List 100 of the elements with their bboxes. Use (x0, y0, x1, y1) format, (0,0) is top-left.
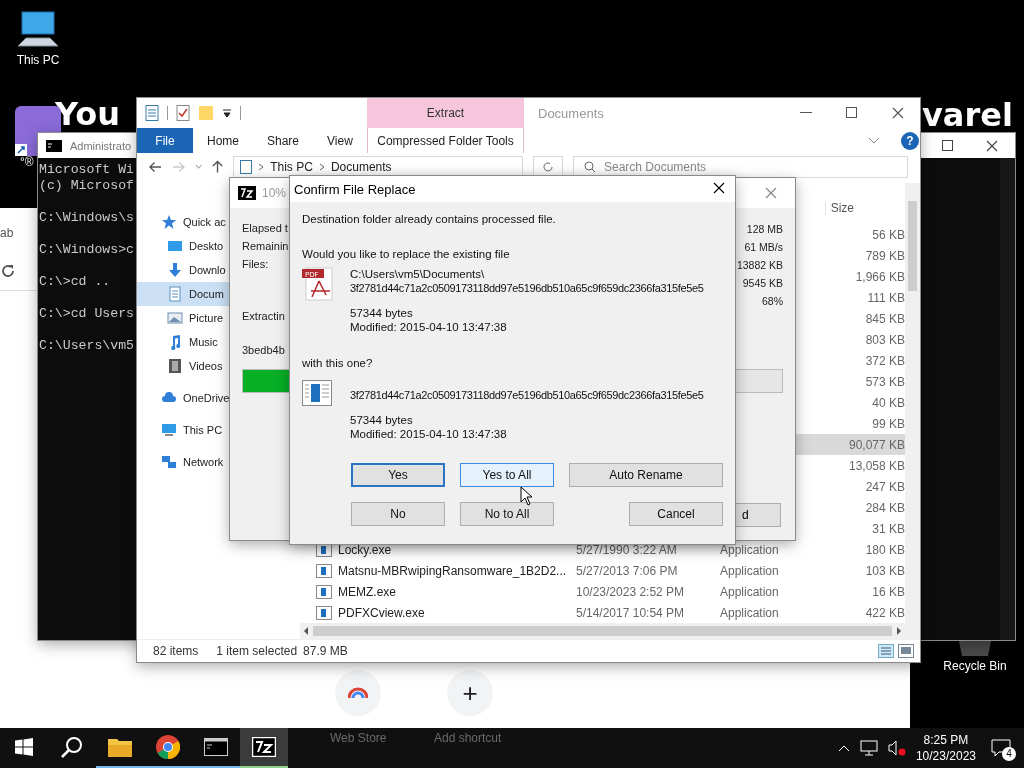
dialog-button[interactable]: Cancel (629, 502, 723, 526)
add-shortcut-button[interactable]: + (447, 670, 493, 716)
windows-logo-icon (15, 738, 33, 756)
picture-icon (167, 310, 183, 326)
dialog-button[interactable]: Yes (351, 463, 445, 487)
file-size: 90,077 KB (848, 437, 905, 452)
browser-tab-text: ab (0, 226, 14, 240)
close-icon[interactable] (986, 140, 998, 152)
search-icon (584, 161, 596, 173)
file-size: 803 KB (865, 333, 905, 348)
file-name: PDFXCview.exe (338, 605, 425, 620)
chrome-logo-icon (156, 735, 180, 759)
status-text: 1 item selected (216, 644, 298, 658)
maximize-icon[interactable] (942, 140, 953, 151)
document-icon (167, 286, 183, 302)
up-arrow-icon[interactable] (212, 160, 224, 174)
path-segment[interactable]: Documents (330, 160, 392, 174)
maximize-icon[interactable] (846, 107, 857, 118)
scrollbar[interactable] (1000, 158, 1015, 640)
progress-label: Files: (242, 257, 269, 271)
thumbnail-view-icon[interactable] (898, 644, 914, 658)
folder-icon (108, 737, 132, 757)
path-segment[interactable]: This PC (270, 160, 313, 174)
rainbow-icon (348, 687, 368, 699)
console-line: C:\Users\vm5 (39, 338, 134, 354)
chevron-right-icon (258, 163, 265, 171)
notification-button[interactable]: 4 (986, 733, 1016, 763)
clock-date[interactable]: 10/23/2023 (915, 748, 976, 764)
file-size: 57344 bytes (350, 306, 413, 320)
download-icon (167, 262, 183, 278)
chevron-icon[interactable] (868, 137, 880, 145)
file-date: 10/23/2023 2:52 PM (576, 584, 686, 599)
dialog-question: with this one? (302, 356, 373, 370)
caret-icon[interactable] (194, 164, 203, 170)
file-size: 16 KB (872, 584, 905, 599)
status-text: 82 items (153, 644, 199, 658)
minimize-icon[interactable] (800, 112, 812, 114)
file-name: 3f2781d44c71a2c0509173118dd97e5196db510a65c9f659dc2366fa315fe5e5 (350, 281, 704, 295)
file-path: C:\Users\vm5\Documents\ (350, 267, 485, 281)
refresh-icon (542, 161, 555, 173)
context-tab-group: Extract (367, 98, 524, 128)
dialog-question: Would you like to replace the existing file (302, 247, 510, 261)
dialog-button[interactable]: Auto Rename (569, 463, 723, 487)
window-title: 10% (262, 186, 287, 200)
application-file-icon (316, 584, 332, 599)
document-icon[interactable] (145, 105, 159, 121)
file-row[interactable]: PDFXCview.exe 5/14/2017 10:54 PM Application 422 KB (300, 602, 905, 624)
file-date: 5/27/1990 3:22 AM (576, 542, 678, 557)
search-icon (61, 736, 83, 758)
ribbon-tab[interactable]: File (137, 128, 193, 153)
dropdown-icon[interactable] (222, 108, 232, 118)
help-icon[interactable]: ? (901, 132, 919, 150)
progress-value: 68% (762, 294, 783, 308)
progress-value: 9545 KB (742, 276, 783, 290)
dialog-button[interactable]: No (351, 502, 445, 526)
file-type: Application (720, 563, 780, 578)
progress-value: 61 MB/s (744, 240, 783, 254)
file-modified: Modified: 2015-04-10 13:47:38 (350, 320, 507, 334)
file-size: 57344 bytes (350, 413, 413, 427)
scroll-left-icon[interactable] (304, 627, 309, 636)
application-file-icon (316, 605, 332, 620)
window-title: Administrato (70, 139, 132, 152)
ribbon-tab[interactable]: Compressed Folder Tools (367, 128, 524, 153)
file-row[interactable]: MEMZ.exe 10/23/2023 2:52 PM Application 16 KB (300, 581, 905, 603)
file-date: 5/14/2017 10:54 PM (576, 605, 686, 620)
archive-logo-icon (238, 186, 256, 200)
chevron-right-icon (318, 163, 325, 171)
file-name: MEMZ.exe (338, 584, 396, 599)
progress-value: 128 MB (746, 222, 783, 236)
scroll-right-icon[interactable] (896, 627, 901, 636)
checklist-icon[interactable] (176, 105, 190, 121)
volume-muted-icon[interactable] (887, 740, 906, 756)
terminal-icon (204, 738, 228, 756)
computer-icon[interactable] (16, 10, 60, 50)
network-icon[interactable] (859, 740, 878, 756)
file-row[interactable]: Matsnu-MBRwipingRansomware_1B2D2... 5/27/2013 7:06 PM Application 103 KB (300, 560, 905, 582)
web-store-shortcut[interactable] (335, 670, 381, 716)
video-icon (167, 358, 183, 374)
horizontal-scrollbar[interactable] (300, 623, 905, 640)
vertical-scrollbar[interactable] (905, 183, 920, 639)
reload-icon[interactable] (0, 263, 16, 279)
chevron-up-icon[interactable] (837, 744, 850, 752)
message-icon (991, 739, 1011, 757)
back-arrow-icon[interactable] (149, 161, 162, 173)
clock-time[interactable]: 8:25 PM (923, 732, 969, 748)
dialog-button[interactable]: No to All (460, 502, 554, 526)
desktop-icon-label: Recycle Bin (943, 659, 1007, 673)
dialog-title: Confirm File Replace (294, 181, 416, 197)
dialog-button[interactable]: Yes to All (460, 463, 554, 487)
close-icon[interactable] (892, 107, 904, 119)
shortcut-caption: °® (20, 155, 34, 169)
file-size: 422 KB (865, 605, 905, 620)
file-size: 247 KB (865, 479, 905, 494)
column-header[interactable]: Size (824, 201, 854, 215)
notification-count: 4 (1002, 747, 1016, 761)
console-line: (c) Microsof (39, 178, 134, 194)
file-type: Application (720, 584, 780, 599)
close-icon[interactable] (713, 182, 725, 194)
taskbar-button[interactable] (240, 728, 288, 768)
desktop-icon (167, 238, 183, 254)
